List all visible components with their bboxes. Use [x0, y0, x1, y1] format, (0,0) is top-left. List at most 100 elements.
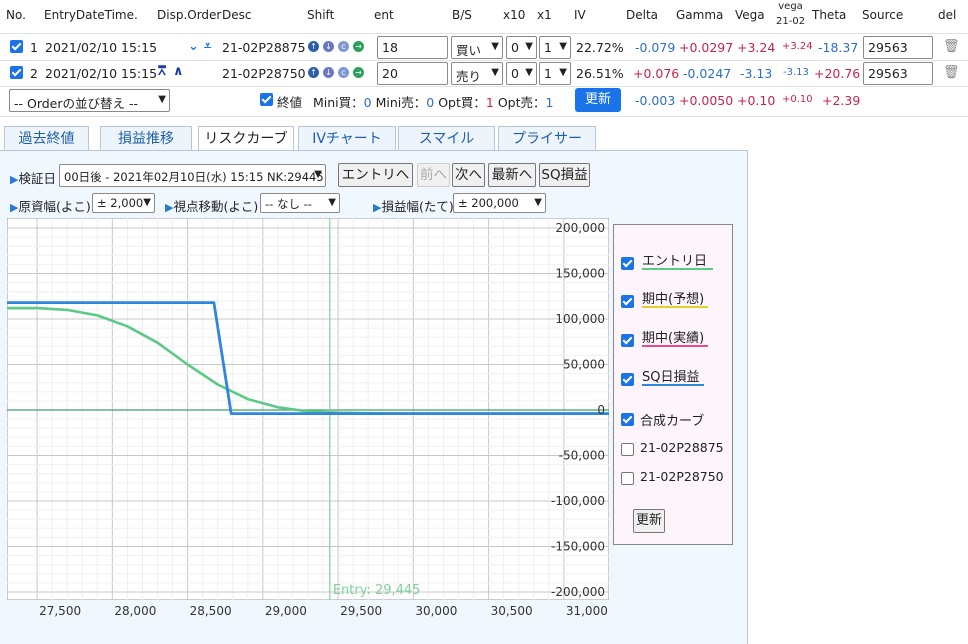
divider [0, 116, 968, 117]
legend-label-entry-day: エントリ日 [642, 254, 708, 269]
chevron-down-icon: ▼ [328, 197, 336, 208]
header-iv: IV [574, 8, 586, 22]
header-vega-sub1: vega [778, 1, 803, 12]
row-vega: -3.13 [740, 66, 773, 81]
y-tick-label: 200,000 [555, 221, 605, 235]
prev-button[interactable]: 前へ [417, 163, 450, 187]
tab-past-close[interactable]: 過去終値 [4, 126, 89, 151]
header-vega: Vega [735, 8, 765, 22]
legend-checkbox-leg1[interactable] [621, 443, 634, 456]
opt-sell-label: Opt売： [497, 95, 546, 110]
x-tick-label: 29,000 [265, 604, 307, 618]
legend-label-leg1: 21-02P28875 [640, 440, 724, 455]
x1-select[interactable]: 1 ▼ [539, 36, 571, 59]
tab-smile[interactable]: スマイル [398, 126, 495, 151]
shift-up-icon[interactable]: ↑ [308, 67, 319, 78]
shift-down-icon[interactable]: ↓ [323, 67, 334, 78]
shift-reset-icon[interactable]: c [338, 67, 349, 78]
trash-icon[interactable]: 🗑 [943, 39, 960, 54]
x1-value: 1 [544, 40, 552, 55]
tab-iv-chart[interactable]: IVチャート [298, 126, 396, 151]
x1-select[interactable]: 1 ▼ [539, 62, 571, 85]
legend-update-button[interactable]: 更新 [633, 509, 665, 533]
order-sort-value: -- Orderの並び替え -- [14, 96, 139, 111]
row-vega: +3.24 [737, 40, 776, 55]
y-tick-label: 0 [597, 403, 605, 417]
legend-checkbox-leg2[interactable] [621, 472, 634, 485]
order-sort-select[interactable]: -- Orderの並び替え -- ▼ [9, 89, 170, 112]
entry-price-input[interactable]: 20 [377, 62, 448, 85]
row-desc: 21-02P28750 [222, 66, 306, 81]
y-tick-label: 50,000 [563, 358, 605, 372]
tab-pl-trend[interactable]: 損益推移 [100, 126, 192, 151]
shift-next-icon[interactable]: → [353, 41, 364, 52]
order-top-icon[interactable]: ⩞ [158, 64, 166, 79]
x10-select[interactable]: 0 ▼ [506, 36, 537, 59]
tab-pricer[interactable]: プライサー [498, 126, 596, 151]
divider [0, 86, 968, 87]
close-price-checkbox[interactable] [260, 93, 273, 106]
header-theta: Theta [812, 8, 847, 22]
next-button[interactable]: 次へ [452, 163, 485, 187]
sq-pl-button[interactable]: SQ損益 [539, 163, 590, 187]
legend-checkbox-midterm-actual[interactable] [621, 334, 634, 347]
view-move-value: -- なし -- [265, 197, 312, 211]
row-theta: +20.76 [814, 66, 861, 81]
order-up-icon[interactable]: ∧ [173, 64, 184, 79]
row-date: 2021/02/10 15:15 [45, 66, 158, 81]
buy-sell-select[interactable]: 買い ▼ [451, 36, 503, 59]
tab-risk-curve[interactable]: リスクカーブ [198, 126, 294, 152]
shift-up-icon[interactable]: ↑ [308, 41, 319, 52]
pl-width-select[interactable]: ± 200,000 ▼ [453, 193, 546, 213]
shift-reset-icon[interactable]: c [338, 41, 349, 52]
buy-sell-value: 買い [456, 43, 482, 58]
header-del: del [938, 8, 957, 22]
buy-sell-value: 売り [456, 69, 482, 84]
x-tick-label: 28,500 [190, 604, 232, 618]
row-select-checkbox[interactable] [10, 40, 23, 53]
legend-label-sq-pl: SQ日損益 [642, 370, 700, 385]
legend-checkbox-sq-pl[interactable] [621, 373, 634, 386]
entry-price-input[interactable]: 18 [377, 36, 448, 59]
pl-width-value: ± 200,000 [458, 196, 519, 210]
row-date: 2021/02/10 15:15 [45, 40, 158, 55]
risk-curve-chart: Entry: 29,445 200,000 150,000 100,000 50,000… [7, 218, 609, 618]
latest-button[interactable]: 最新へ [488, 163, 536, 187]
header-entry-date: EntryDateTime. [44, 8, 138, 22]
legend-checkbox-midterm-forecast[interactable] [621, 295, 634, 308]
legend-line-sq-pl [642, 384, 704, 386]
source-input[interactable]: 29563 [863, 62, 933, 85]
view-move-select[interactable]: -- なし -- ▼ [260, 193, 340, 213]
buy-sell-select[interactable]: 売り ▼ [451, 62, 503, 85]
goto-entry-button[interactable]: エントリへ [338, 163, 413, 187]
x10-value: 0 [511, 40, 519, 55]
legend-label-midterm-forecast: 期中(予想) [642, 292, 705, 307]
verify-day-label: ▶検証日 [10, 171, 56, 186]
trash-icon[interactable]: 🗑 [943, 65, 960, 80]
verify-day-value: 00日後 - 2021年02月10日(水) 15:15 NK:29445 [64, 170, 324, 184]
header-disp-order: Disp.Order [157, 8, 222, 22]
chevron-down-icon: ▼ [525, 67, 533, 78]
header-gamma: Gamma [676, 8, 724, 22]
order-bottom-icon[interactable]: ⩡ [204, 39, 211, 54]
row-select-checkbox[interactable] [10, 66, 23, 79]
row-vega-expiry: -3.13 [783, 67, 809, 78]
price-width-value: ± 2,000 [97, 196, 144, 210]
shift-next-icon[interactable]: → [353, 67, 364, 78]
update-button[interactable]: 更新 [575, 88, 621, 112]
row-desc: 21-02P28875 [222, 40, 306, 55]
source-input[interactable]: 29563 [863, 36, 933, 59]
legend-checkbox-entry-day[interactable] [621, 257, 634, 270]
row-iv: 26.51% [576, 66, 624, 81]
legend-checkbox-composite[interactable] [621, 413, 634, 426]
x10-select[interactable]: 0 ▼ [506, 62, 537, 85]
order-down-icon[interactable]: ⌄ [188, 39, 199, 54]
price-width-select[interactable]: ± 2,000 ▼ [92, 193, 155, 213]
row-no: 2 [30, 66, 38, 81]
entry-label: Entry: 29,445 [333, 583, 421, 598]
shift-down-icon[interactable]: ↓ [323, 41, 334, 52]
x-tick-label: 30,000 [415, 604, 457, 618]
x1-value: 1 [544, 66, 552, 81]
verify-day-select[interactable]: 00日後 - 2021年02月10日(水) 15:15 NK:29445 ▼ [59, 164, 326, 187]
x10-value: 0 [511, 66, 519, 81]
